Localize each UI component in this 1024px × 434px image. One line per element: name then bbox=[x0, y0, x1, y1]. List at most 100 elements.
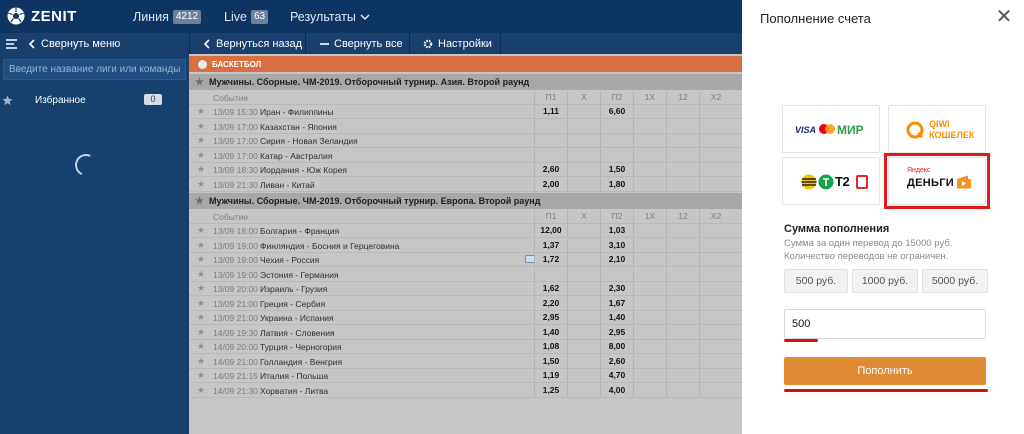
odds-12-cell[interactable] bbox=[666, 296, 699, 310]
odds-1x-cell[interactable] bbox=[633, 383, 666, 397]
event-name[interactable]: Иран - Филиппины bbox=[260, 107, 334, 117]
odds-x-cell[interactable] bbox=[567, 296, 600, 310]
odds-12-cell[interactable] bbox=[666, 148, 699, 162]
odds-x2-cell[interactable] bbox=[699, 340, 732, 353]
odds-p2-cell[interactable]: 2,30 bbox=[600, 282, 633, 295]
odds-1x-cell[interactable] bbox=[633, 354, 666, 368]
odds-p1-cell[interactable]: 1,50 bbox=[534, 354, 567, 368]
event-name[interactable]: Хорватия - Литва bbox=[260, 386, 328, 396]
event-name[interactable]: Израиль - Грузия bbox=[260, 284, 327, 294]
event-name[interactable]: Сирия - Новая Зеландия bbox=[260, 136, 358, 146]
favorites-item[interactable]: Избранное 0 bbox=[0, 93, 189, 107]
odds-x-cell[interactable] bbox=[567, 354, 600, 368]
odds-x-cell[interactable] bbox=[567, 340, 600, 353]
odds-x-cell[interactable] bbox=[567, 253, 600, 266]
star-icon[interactable]: ★ bbox=[197, 121, 205, 132]
table-row[interactable]: ★ 13/09 21:30 Ливан - Китай 2,00 1,80 bbox=[189, 177, 742, 192]
odds-x2-cell[interactable] bbox=[699, 148, 732, 162]
odds-x-cell[interactable] bbox=[567, 282, 600, 295]
table-row[interactable]: ★ 14/09 21:30 Хорватия - Литва 1,25 4,00 bbox=[189, 383, 742, 398]
odds-1x-cell[interactable] bbox=[633, 369, 666, 382]
star-icon[interactable]: ★ bbox=[197, 150, 205, 161]
nav-live[interactable]: Live 63 bbox=[224, 0, 269, 33]
odds-p2-cell[interactable]: 1,80 bbox=[600, 177, 633, 191]
odds-12-cell[interactable] bbox=[666, 134, 699, 147]
odds-x-cell[interactable] bbox=[567, 369, 600, 382]
table-row[interactable]: ★ 13/09 21:00 Украина - Испания 2,95 1,40 bbox=[189, 311, 742, 325]
collapse-all-button[interactable]: Свернуть все bbox=[320, 33, 403, 54]
table-row[interactable]: ★ 13/09 18:30 Иордания - Юж Корея 2,60 1,50 bbox=[189, 163, 742, 177]
settings-button[interactable]: Настройки bbox=[423, 33, 492, 54]
odds-p2-cell[interactable]: 1,40 bbox=[600, 311, 633, 324]
nav-line[interactable]: Линия 4212 bbox=[133, 0, 202, 33]
odds-p1-cell[interactable]: 1,72 bbox=[534, 253, 567, 266]
odds-p2-cell[interactable]: 8,00 bbox=[600, 340, 633, 353]
odds-x2-cell[interactable] bbox=[699, 105, 732, 118]
odds-12-cell[interactable] bbox=[666, 253, 699, 266]
odds-12-cell[interactable] bbox=[666, 163, 699, 176]
odds-p1-cell[interactable]: 2,60 bbox=[534, 163, 567, 176]
odds-x-cell[interactable] bbox=[567, 134, 600, 147]
odds-12-cell[interactable] bbox=[666, 369, 699, 382]
odds-12-cell[interactable] bbox=[666, 177, 699, 191]
odds-p2-cell[interactable]: 1,03 bbox=[600, 224, 633, 237]
odds-12-cell[interactable] bbox=[666, 340, 699, 353]
odds-p1-cell[interactable] bbox=[534, 134, 567, 147]
league-search-input[interactable] bbox=[3, 59, 186, 80]
odds-p1-cell[interactable]: 1,37 bbox=[534, 238, 567, 252]
odds-1x-cell[interactable] bbox=[633, 311, 666, 324]
event-name[interactable]: Катар - Австралия bbox=[260, 151, 332, 161]
odds-x-cell[interactable] bbox=[567, 325, 600, 339]
star-icon[interactable]: ★ bbox=[197, 254, 205, 265]
collapse-menu-button[interactable]: Свернуть меню bbox=[6, 33, 120, 54]
odds-x2-cell[interactable] bbox=[699, 369, 732, 382]
odds-x-cell[interactable] bbox=[567, 238, 600, 252]
deposit-submit-button[interactable]: Пополнить bbox=[784, 357, 986, 385]
event-name[interactable]: Чехия - Россия bbox=[260, 255, 319, 265]
event-name[interactable]: Болгария - Франция bbox=[260, 226, 339, 236]
star-icon[interactable]: ★ bbox=[197, 341, 205, 352]
star-icon[interactable]: ★ bbox=[197, 327, 205, 338]
odds-x-cell[interactable] bbox=[567, 311, 600, 324]
star-icon[interactable]: ★ bbox=[197, 179, 205, 190]
sport-header[interactable]: БАСКЕТБОЛ bbox=[189, 56, 742, 72]
event-name[interactable]: Греция - Сербия bbox=[260, 299, 325, 309]
odds-p1-cell[interactable] bbox=[534, 119, 567, 133]
odds-p1-cell[interactable]: 1,40 bbox=[534, 325, 567, 339]
star-icon[interactable]: ★ bbox=[197, 312, 205, 323]
table-row[interactable]: ★ 13/09 17:00 Сирия - Новая Зеландия bbox=[189, 134, 742, 148]
odds-12-cell[interactable] bbox=[666, 383, 699, 397]
odds-12-cell[interactable] bbox=[666, 224, 699, 237]
star-icon[interactable]: ★ bbox=[197, 283, 205, 294]
odds-12-cell[interactable] bbox=[666, 311, 699, 324]
logo[interactable]: ZENIT bbox=[6, 6, 77, 26]
odds-1x-cell[interactable] bbox=[633, 177, 666, 191]
odds-p1-cell[interactable]: 1,25 bbox=[534, 383, 567, 397]
odds-1x-cell[interactable] bbox=[633, 148, 666, 162]
star-icon[interactable]: ★ bbox=[197, 298, 205, 309]
table-row[interactable]: ★ 13/09 20:00 Израиль - Грузия 1,62 2,30 bbox=[189, 282, 742, 296]
odds-x2-cell[interactable] bbox=[699, 282, 732, 295]
odds-x-cell[interactable] bbox=[567, 105, 600, 118]
star-icon[interactable]: ★ bbox=[197, 370, 205, 381]
odds-x2-cell[interactable] bbox=[699, 163, 732, 176]
odds-1x-cell[interactable] bbox=[633, 267, 666, 281]
odds-x-cell[interactable] bbox=[567, 383, 600, 397]
odds-p1-cell[interactable]: 1,62 bbox=[534, 282, 567, 295]
event-name[interactable]: Голландия - Венгрия bbox=[260, 357, 342, 367]
star-icon[interactable]: ★ bbox=[197, 240, 205, 251]
odds-x2-cell[interactable] bbox=[699, 224, 732, 237]
odds-x2-cell[interactable] bbox=[699, 311, 732, 324]
table-row[interactable]: ★ 13/09 21:00 Греция - Сербия 2,20 1,67 bbox=[189, 296, 742, 311]
odds-12-cell[interactable] bbox=[666, 105, 699, 118]
star-icon[interactable]: ★ bbox=[197, 164, 205, 175]
odds-p2-cell[interactable] bbox=[600, 267, 633, 281]
odds-1x-cell[interactable] bbox=[633, 163, 666, 176]
odds-x-cell[interactable] bbox=[567, 148, 600, 162]
star-icon[interactable]: ★ bbox=[195, 77, 204, 88]
odds-p2-cell[interactable]: 4,00 bbox=[600, 383, 633, 397]
league-header[interactable]: ★ Мужчины. Сборные. ЧМ-2019. Отборочный т… bbox=[189, 74, 742, 90]
star-icon[interactable]: ★ bbox=[195, 196, 204, 207]
table-row[interactable]: ★ 13/09 19:00 Финляндия - Босния и Герцего… bbox=[189, 238, 742, 253]
odds-12-cell[interactable] bbox=[666, 325, 699, 339]
